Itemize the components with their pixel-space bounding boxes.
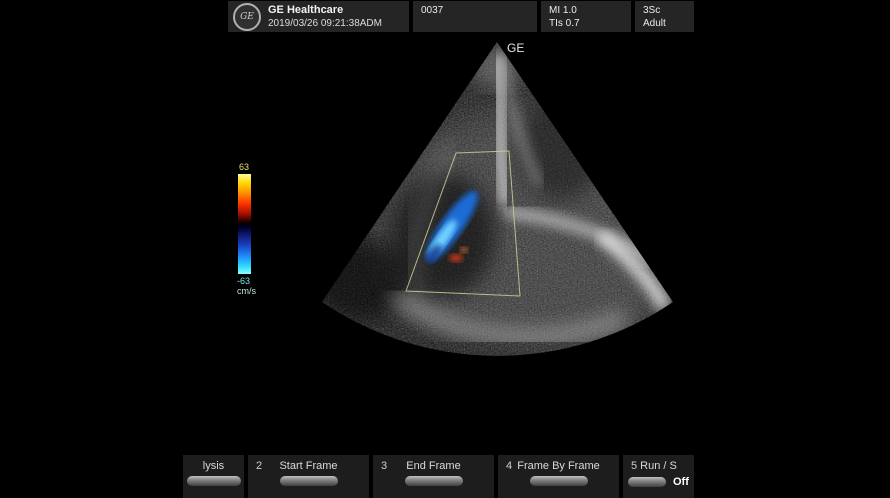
colorbar-max-label: 63 — [239, 162, 277, 172]
softkey-bar: lysis 2 Start Frame 3 End Frame 4 Frame … — [183, 455, 694, 498]
softkey-frame-by-frame-button[interactable]: 4 Frame By Frame — [498, 455, 619, 498]
echo-image-group — [300, 30, 710, 370]
softkey-label: Frame By Frame — [498, 460, 619, 472]
softkey-number: 5 — [631, 460, 637, 472]
softkey-start-frame-button[interactable]: 2 Start Frame — [248, 455, 369, 498]
run-stop-state: Off — [673, 476, 689, 488]
softkey-label: Start Frame — [248, 460, 369, 472]
ultrasound-screen: GE GE Healthcare 2019/03/26 09:21:38ADM … — [0, 0, 890, 498]
colorbar-min-label: -63 — [237, 276, 277, 286]
softkey-label: lysis — [183, 460, 244, 472]
rotary-knob-indicator — [405, 476, 463, 486]
rotary-knob-indicator — [187, 476, 241, 486]
ge-watermark: GE — [507, 41, 524, 55]
colorbar-unit-label: cm/s — [237, 286, 277, 296]
softkey-label: End Frame — [373, 460, 494, 472]
softkey-end-frame-button[interactable]: 3 End Frame — [373, 455, 494, 498]
rotary-knob-indicator — [628, 477, 666, 487]
rotary-knob-indicator — [530, 476, 588, 486]
rotary-knob-indicator — [280, 476, 338, 486]
ultrasound-sector-image: GE — [0, 0, 890, 498]
softkey-analysis-button[interactable]: lysis — [183, 455, 244, 498]
colorbar-gradient — [238, 174, 251, 274]
color-scale: 63 -63 cm/s — [237, 162, 277, 296]
softkey-number: 3 — [381, 460, 387, 472]
softkey-number: 4 — [506, 460, 512, 472]
softkey-number: 2 — [256, 460, 262, 472]
softkey-run-stop-button[interactable]: 5 Run / S Off — [623, 455, 694, 498]
